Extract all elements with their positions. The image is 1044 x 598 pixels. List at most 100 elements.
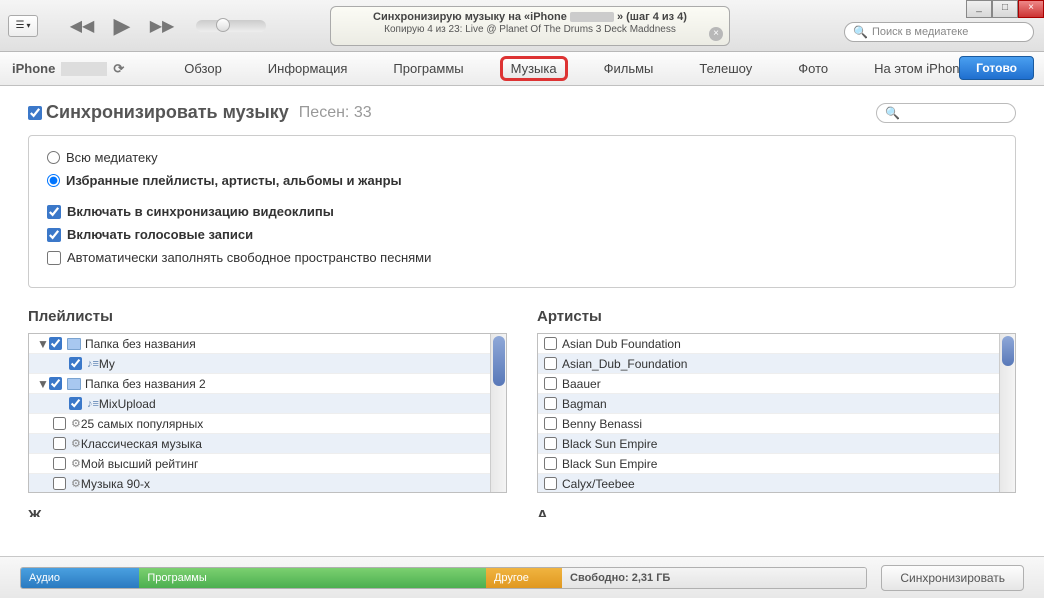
artist-row[interactable]: Asian_Dub_Foundation xyxy=(538,354,1015,374)
tab-info[interactable]: Информация xyxy=(258,57,358,80)
gear-icon: ⚙ xyxy=(71,457,81,470)
artist-checkbox[interactable] xyxy=(544,397,557,410)
playlist-row[interactable]: ⚙ Мой высший рейтинг xyxy=(29,454,506,474)
top-toolbar: ☰ ◀◀ ▶ ▶▶ Синхронизирую музыку на «iPhon… xyxy=(0,0,1044,52)
close-button[interactable]: × xyxy=(1018,0,1044,18)
sync-music-checkbox[interactable] xyxy=(28,106,42,120)
playlist-row[interactable]: ♪≡ My xyxy=(29,354,506,374)
tab-overview[interactable]: Обзор xyxy=(174,57,232,80)
playlist-checkbox[interactable] xyxy=(53,437,66,450)
sync-button[interactable]: Синхронизировать xyxy=(881,565,1024,591)
label-include-videos: Включать в синхронизацию видеоклипы xyxy=(67,204,334,219)
artist-row[interactable]: Benny Benassi xyxy=(538,414,1015,434)
artists-column: Артисты Asian Dub FoundationAsian_Dub_Fo… xyxy=(537,308,1016,493)
search-icon: 🔍 xyxy=(853,25,868,39)
song-count: Песен: 33 xyxy=(299,104,372,122)
artists-header: Артисты xyxy=(537,308,1016,325)
capacity-audio-label: Аудио xyxy=(29,572,60,584)
app-menu-button[interactable]: ☰ xyxy=(8,15,38,37)
playlist-checkbox[interactable] xyxy=(53,457,66,470)
artist-checkbox[interactable] xyxy=(544,457,557,470)
playlist-checkbox[interactable] xyxy=(49,337,62,350)
artist-row[interactable]: Calyx/Teebee xyxy=(538,474,1015,492)
device-name: iPhone ⟳ xyxy=(12,61,124,77)
lists-area: Плейлисты ▼Папка без названия♪≡ My▼Папка… xyxy=(28,308,1016,493)
label-whole-library: Всю медиатеку xyxy=(66,150,158,165)
option-whole-library-row: Всю медиатеку xyxy=(47,150,997,165)
status-lcd: Синхронизирую музыку на «iPhone » (шаг 4… xyxy=(330,6,730,46)
capacity-apps-label: Программы xyxy=(147,572,206,584)
play-button[interactable]: ▶ xyxy=(108,12,136,40)
sync-header: Синхронизировать музыку Песен: 33 🔍 xyxy=(28,102,1016,123)
tab-apps[interactable]: Программы xyxy=(383,57,473,80)
playlist-label: MixUpload xyxy=(99,397,156,411)
cancel-sync-icon[interactable]: × xyxy=(709,27,723,41)
artist-checkbox[interactable] xyxy=(544,477,557,490)
capacity-free-label: Свободно: 2,31 ГБ xyxy=(570,572,670,584)
playlist-row[interactable]: ⚙ Классическая музыка xyxy=(29,434,506,454)
playlist-checkbox[interactable] xyxy=(69,397,82,410)
artist-checkbox[interactable] xyxy=(544,377,557,390)
refresh-icon[interactable]: ⟳ xyxy=(113,61,124,77)
checkbox-include-voice[interactable] xyxy=(47,228,61,242)
playlists-scrollbar[interactable] xyxy=(490,334,506,492)
artists-listbox[interactable]: Asian Dub FoundationAsian_Dub_Foundation… xyxy=(537,333,1016,493)
artist-checkbox[interactable] xyxy=(544,337,557,350)
maximize-button[interactable]: □ xyxy=(992,0,1018,18)
radio-selected[interactable] xyxy=(47,174,60,187)
disclosure-icon[interactable]: ▼ xyxy=(37,337,47,351)
playlist-row[interactable]: ♪≡ MixUpload xyxy=(29,394,506,414)
artist-row[interactable]: Black Sun Empire xyxy=(538,454,1015,474)
tab-tvshows[interactable]: Телешоу xyxy=(689,57,762,80)
content-area: Синхронизировать музыку Песен: 33 🔍 Всю … xyxy=(0,86,1044,523)
minimize-button[interactable]: _ xyxy=(966,0,992,18)
search-icon: 🔍 xyxy=(885,106,900,120)
disclosure-icon[interactable]: ▼ xyxy=(37,377,47,391)
checkbox-autofill[interactable] xyxy=(47,251,61,265)
playlist-row[interactable]: ▼ Папка без названия 2 xyxy=(29,374,506,394)
folder-icon xyxy=(67,338,81,350)
volume-slider[interactable] xyxy=(196,20,266,32)
playlist-row[interactable]: ⚙ Музыка 90-х xyxy=(29,474,506,492)
radio-whole-library[interactable] xyxy=(47,151,60,164)
next-track-button[interactable]: ▶▶ xyxy=(148,12,176,40)
artist-label: Calyx/Teebee xyxy=(562,477,635,491)
playback-controls: ◀◀ ▶ ▶▶ xyxy=(68,12,266,40)
device-label: iPhone xyxy=(12,61,55,76)
artist-checkbox[interactable] xyxy=(544,437,557,450)
playlist-checkbox[interactable] xyxy=(49,377,62,390)
folder-icon xyxy=(67,378,81,390)
artist-checkbox[interactable] xyxy=(544,417,557,430)
playlist-row[interactable]: ⚙ 25 самых популярных xyxy=(29,414,506,434)
playlist-row[interactable]: ▼Папка без названия xyxy=(29,334,506,354)
playlist-checkbox[interactable] xyxy=(53,477,66,490)
playlist-icon: ♪≡ xyxy=(87,398,99,410)
artist-row[interactable]: Baauer xyxy=(538,374,1015,394)
capacity-other: Другое xyxy=(486,568,562,588)
playlists-listbox[interactable]: ▼Папка без названия♪≡ My ▼ Папка без назва… xyxy=(28,333,507,493)
search-placeholder: Поиск в медиатеке xyxy=(872,26,968,38)
playlists-header: Плейлисты xyxy=(28,308,507,325)
volume-knob[interactable] xyxy=(216,18,230,32)
playlist-checkbox[interactable] xyxy=(69,357,82,370)
artist-row[interactable]: Bagman xyxy=(538,394,1015,414)
playlist-label: Папка без названия 2 xyxy=(85,377,206,391)
capacity-bar: Аудио Программы Другое Свободно: 2,31 ГБ xyxy=(20,567,867,589)
library-search-input[interactable]: 🔍 Поиск в медиатеке xyxy=(844,22,1034,42)
content-search-input[interactable]: 🔍 xyxy=(876,103,1016,123)
gear-icon: ⚙ xyxy=(71,417,81,430)
artists-scrollbar[interactable] xyxy=(999,334,1015,492)
playlist-checkbox[interactable] xyxy=(53,417,66,430)
playlist-label: Классическая музыка xyxy=(81,437,202,451)
done-button[interactable]: Готово xyxy=(959,56,1034,80)
prev-track-button[interactable]: ◀◀ xyxy=(68,12,96,40)
tab-photos[interactable]: Фото xyxy=(788,57,838,80)
tab-movies[interactable]: Фильмы xyxy=(594,57,664,80)
capacity-audio: Аудио xyxy=(21,568,139,588)
playlist-label: 25 самых популярных xyxy=(81,417,203,431)
tab-music[interactable]: Музыка xyxy=(500,56,568,81)
artist-row[interactable]: Asian Dub Foundation xyxy=(538,334,1015,354)
checkbox-include-videos[interactable] xyxy=(47,205,61,219)
artist-checkbox[interactable] xyxy=(544,357,557,370)
artist-row[interactable]: Black Sun Empire xyxy=(538,434,1015,454)
